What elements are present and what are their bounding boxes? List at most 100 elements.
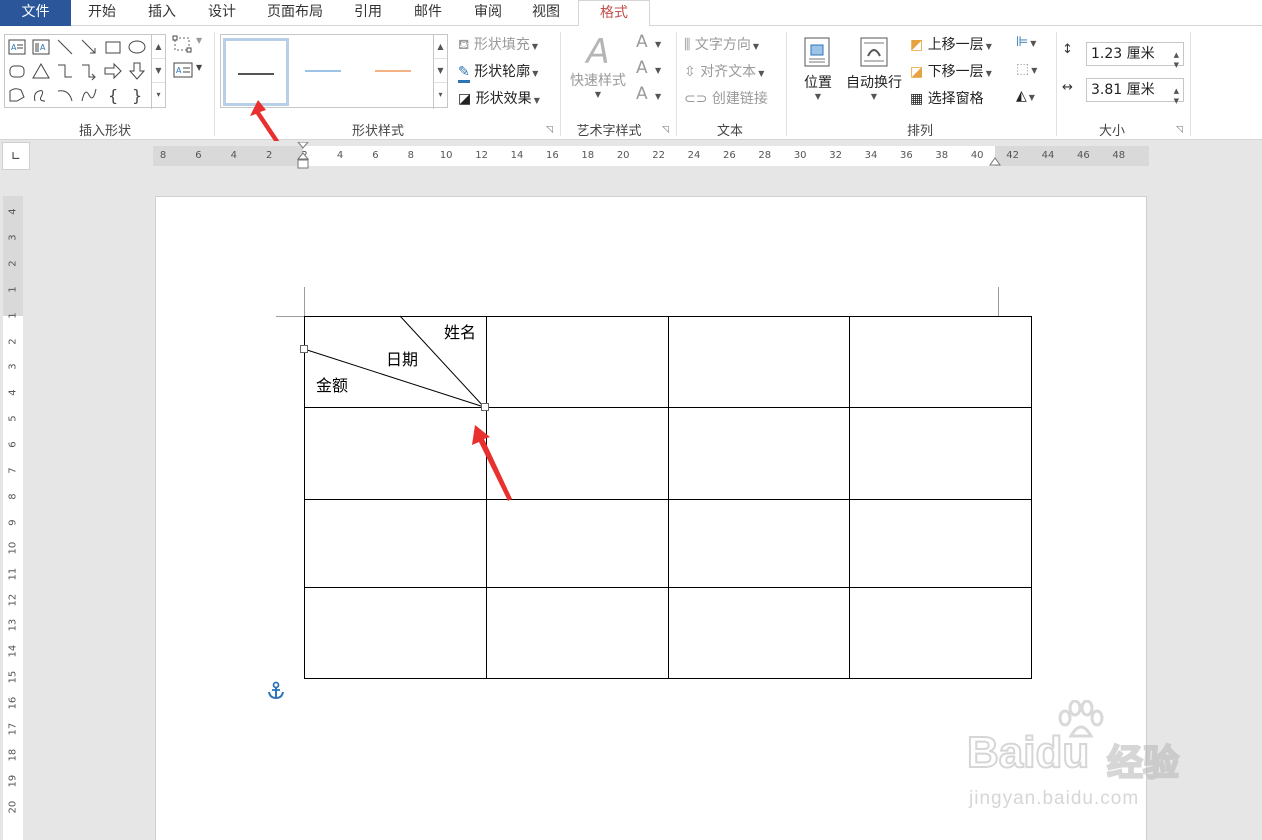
shape-style-orange-line[interactable] bbox=[363, 38, 429, 106]
align-button[interactable]: ⊫ ▼ bbox=[1016, 34, 1036, 50]
shapes-gallery[interactable]: A A { } ▲ ▼ ▾ bbox=[4, 34, 166, 109]
wrap-text-button[interactable]: 自动换行 ▼ bbox=[842, 36, 906, 101]
table-cell[interactable] bbox=[849, 499, 1032, 588]
align-icon: ⊫ bbox=[1016, 34, 1029, 50]
tab-selector-icon[interactable]: ∟ bbox=[2, 142, 30, 170]
horizontal-ruler[interactable]: 8642246810121416182022242628303234363840… bbox=[153, 142, 1149, 169]
shape-outline-button[interactable]: ✎ 形状轮廓 ▼ bbox=[458, 61, 538, 83]
table-cell[interactable] bbox=[304, 587, 487, 679]
anchor-icon[interactable] bbox=[267, 681, 285, 701]
right-arrow-shape-icon[interactable] bbox=[103, 61, 123, 81]
edit-shape-dropdown-icon[interactable]: ▼ bbox=[196, 36, 202, 45]
table-cell[interactable] bbox=[485, 407, 669, 500]
bring-forward-button[interactable]: ◩ 上移一层 ▼ bbox=[910, 34, 992, 54]
align-text-button[interactable]: ⇳ 对齐文本 ▼ bbox=[684, 61, 764, 81]
arc-icon[interactable] bbox=[55, 85, 75, 105]
style-swatch bbox=[305, 70, 341, 72]
shapes-gallery-scroll[interactable]: ▲ ▼ ▾ bbox=[151, 35, 165, 109]
spin-down-icon[interactable]: ▼ bbox=[1174, 54, 1179, 76]
vertical-ruler[interactable]: 4 3 2 1 1 2 3 4 5 6 7 8 9 10 11 12 13 14 15 16 17 18 19 20 bbox=[3, 196, 23, 840]
shape-width-input[interactable]: 3.81 厘米 ▲ ▼ bbox=[1086, 78, 1184, 105]
tab-design[interactable]: 设计 bbox=[196, 0, 248, 26]
edit-shape-icon[interactable] bbox=[172, 34, 194, 54]
line-end-handle[interactable] bbox=[481, 403, 489, 411]
line-start-handle[interactable] bbox=[300, 345, 308, 353]
ruler-tick-label: 12 bbox=[7, 593, 19, 606]
table-cell[interactable] bbox=[667, 499, 851, 588]
table-cell[interactable] bbox=[667, 587, 851, 679]
spin-down-icon[interactable]: ▼ bbox=[1174, 90, 1179, 112]
create-link-button[interactable]: ⊂⊃ 创建链接 bbox=[684, 88, 768, 108]
triangle-icon[interactable] bbox=[31, 61, 51, 81]
draw-textbox-dropdown-icon[interactable]: ▼ bbox=[196, 63, 202, 72]
tab-references[interactable]: 引用 bbox=[342, 0, 394, 26]
curve-icon[interactable] bbox=[79, 85, 99, 105]
table-cell[interactable] bbox=[304, 499, 487, 588]
rotate-button[interactable]: ◭ ▼ bbox=[1016, 88, 1035, 104]
tab-view[interactable]: 视图 bbox=[520, 0, 572, 26]
table-cell[interactable] bbox=[485, 587, 669, 679]
oval-icon[interactable] bbox=[127, 37, 147, 57]
right-indent-marker-icon[interactable] bbox=[989, 156, 1001, 166]
quick-styles-button[interactable]: A 快速样式 ▼ bbox=[566, 34, 630, 99]
table-cell[interactable] bbox=[849, 587, 1032, 679]
vertical-textbox-icon[interactable]: A bbox=[31, 37, 51, 57]
elbow-arrow-icon[interactable] bbox=[79, 61, 99, 81]
gallery-more-icon[interactable]: ▾ bbox=[434, 83, 447, 107]
text-outline-icon[interactable]: A ▼ bbox=[636, 58, 661, 78]
table-cell[interactable] bbox=[667, 407, 851, 500]
group-button[interactable]: ⬚ ▼ bbox=[1016, 61, 1037, 77]
tab-file[interactable]: 文件 bbox=[0, 0, 71, 26]
rounded-rect-icon[interactable] bbox=[7, 61, 27, 81]
shape-height-input[interactable]: 1.23 厘米 ▲ ▼ bbox=[1086, 42, 1184, 69]
tab-mailings[interactable]: 邮件 bbox=[402, 0, 454, 26]
ruler-tick-label: 12 bbox=[475, 150, 488, 161]
table-cell[interactable] bbox=[667, 316, 851, 408]
tab-home[interactable]: 开始 bbox=[76, 0, 128, 26]
shape-style-blue-line[interactable] bbox=[293, 38, 359, 106]
gallery-scroll-up-icon[interactable]: ▲ bbox=[152, 35, 165, 59]
shape-styles-launcher-icon[interactable]: ◹ bbox=[546, 125, 553, 135]
text-effects-icon[interactable]: A ▼ bbox=[636, 84, 661, 104]
ruler-tick-label: 32 bbox=[829, 150, 842, 161]
wordart-launcher-icon[interactable]: ◹ bbox=[662, 125, 669, 135]
table-cell[interactable] bbox=[304, 407, 487, 500]
shape-fill-button[interactable]: ⛾ 形状填充 ▼ bbox=[458, 34, 538, 55]
draw-textbox-icon[interactable]: A bbox=[172, 60, 194, 80]
ruler-tick-label: 24 bbox=[687, 150, 701, 161]
rectangle-icon[interactable] bbox=[103, 37, 123, 57]
gallery-scroll-down-icon[interactable]: ▼ bbox=[434, 59, 447, 83]
table-cell[interactable] bbox=[485, 316, 669, 408]
send-backward-button[interactable]: ◪ 下移一层 ▼ bbox=[910, 61, 992, 81]
left-brace-icon[interactable]: { bbox=[103, 85, 123, 105]
tab-format[interactable]: 格式 bbox=[578, 0, 650, 27]
table-cell[interactable] bbox=[849, 316, 1032, 408]
selection-pane-button[interactable]: ▦ 选择窗格 bbox=[910, 88, 984, 108]
baidu-jingyan-watermark: Baidu 经验 jingyan.baidu.com bbox=[965, 700, 1195, 820]
shape-effects-button[interactable]: ◪ 形状效果 ▼ bbox=[458, 88, 540, 108]
scribble-icon[interactable] bbox=[31, 85, 51, 105]
textbox-icon[interactable]: A bbox=[7, 37, 27, 57]
line-icon[interactable] bbox=[55, 37, 75, 57]
table-cell[interactable] bbox=[849, 407, 1032, 500]
arrow-line-icon[interactable] bbox=[79, 37, 99, 57]
table-cell[interactable] bbox=[485, 499, 669, 588]
gallery-scroll-up-icon[interactable]: ▲ bbox=[434, 35, 447, 59]
size-launcher-icon[interactable]: ◹ bbox=[1176, 125, 1183, 135]
indent-marker-icon[interactable] bbox=[297, 142, 309, 172]
shape-style-gallery[interactable]: ▲ ▼ ▾ bbox=[220, 34, 448, 109]
down-arrow-shape-icon[interactable] bbox=[127, 61, 147, 81]
tab-insert[interactable]: 插入 bbox=[136, 0, 188, 26]
freeform-icon[interactable] bbox=[7, 85, 27, 105]
style-gallery-scroll[interactable]: ▲ ▼ ▾ bbox=[433, 35, 447, 109]
shape-style-dark-line[interactable] bbox=[223, 38, 289, 106]
position-button[interactable]: 位置 ▼ bbox=[798, 36, 838, 101]
text-fill-icon[interactable]: A ▼ bbox=[636, 32, 661, 52]
gallery-scroll-down-icon[interactable]: ▼ bbox=[152, 59, 165, 83]
tab-page-layout[interactable]: 页面布局 bbox=[256, 0, 334, 26]
text-direction-button[interactable]: ⫼ 文字方向 ▼ bbox=[684, 34, 759, 54]
tab-review[interactable]: 审阅 bbox=[462, 0, 514, 26]
elbow-connector-icon[interactable] bbox=[55, 61, 75, 81]
gallery-more-icon[interactable]: ▾ bbox=[152, 83, 165, 107]
right-brace-icon[interactable]: } bbox=[127, 85, 147, 105]
